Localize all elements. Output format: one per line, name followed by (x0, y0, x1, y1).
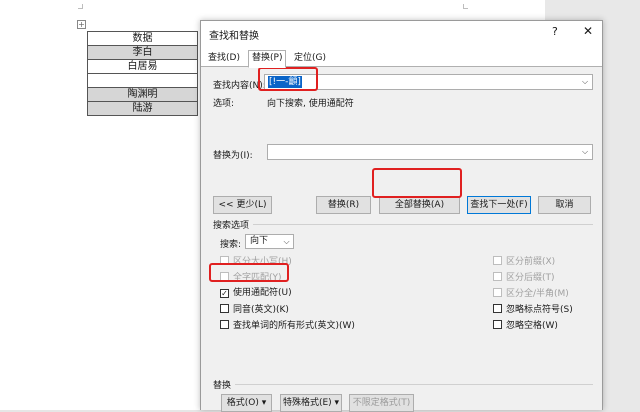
special-format-button[interactable]: 特殊格式(E) ▾ (280, 394, 342, 412)
close-button[interactable]: ✕ (583, 24, 593, 38)
checkmark-icon[interactable]: ✓ (220, 289, 229, 298)
table-cell[interactable]: 陆游 (87, 101, 198, 116)
checkbox-label: 区分前缀(X) (506, 257, 556, 267)
table-cell[interactable] (87, 73, 198, 88)
checkbox-right-3[interactable]: 忽略标点符号(S) (493, 304, 573, 316)
table-cell[interactable]: 李白 (87, 45, 198, 60)
options-value: 向下搜索, 使用通配符 (267, 99, 354, 109)
highlight-box-wildcards (209, 263, 289, 282)
search-options-heading: 搜索选项 (213, 221, 250, 231)
checkbox-right-4[interactable]: 忽略空格(W) (493, 320, 558, 332)
options-label: 选项: (213, 99, 235, 109)
tab-replace[interactable]: 替换(P) (248, 50, 287, 68)
find-next-button[interactable]: 查找下一处(F) (467, 196, 531, 214)
checkbox-icon (493, 256, 502, 265)
replace-button[interactable]: 替换(R) (316, 196, 371, 214)
checkbox-label: 区分全/半角(M) (506, 289, 569, 299)
checkbox-label: 使用通配符(U) (233, 288, 292, 298)
replace-input[interactable]: ⌵ (267, 144, 593, 160)
replace-tab-panel: 查找内容(N): [!一-龥] ⌵ 选项: 向下搜索, 使用通配符 替换为(I)… (201, 67, 602, 412)
cancel-button[interactable]: 取消 (538, 196, 591, 214)
chevron-down-icon[interactable]: ⌵ (578, 145, 592, 159)
replace-heading: 替换 (213, 381, 232, 391)
table-cell[interactable]: 白居易 (87, 59, 198, 74)
chevron-down-icon[interactable]: ⌵ (281, 235, 292, 248)
margin-corner (78, 4, 83, 9)
checkbox-label: 同音(英文)(K) (233, 305, 289, 315)
highlight-box-find-input (258, 67, 318, 91)
divider (235, 384, 593, 385)
table-move-handle-icon[interactable]: + (77, 20, 86, 29)
tab-bar: 查找(D) 替换(P) 定位(G) (201, 50, 602, 68)
divider (253, 224, 593, 225)
replace-label: 替换为(I): (213, 151, 253, 161)
help-button[interactable]: ? (552, 25, 558, 38)
replace-all-button[interactable]: 全部替换(A) (379, 196, 460, 214)
checkbox-label: 查找单词的所有形式(英文)(W) (233, 321, 355, 331)
search-direction-label: 搜索: (220, 240, 242, 250)
checkbox-icon (493, 272, 502, 281)
checkbox-right-0: 区分前缀(X) (493, 256, 555, 268)
margin-corner (463, 4, 468, 9)
checkbox-label: 忽略标点符号(S) (506, 305, 573, 315)
checkbox-right-2: 区分全/半角(M) (493, 288, 569, 300)
checkbox-icon[interactable] (220, 320, 229, 329)
checkbox-left-4[interactable]: 查找单词的所有形式(英文)(W) (220, 320, 355, 332)
highlight-box-replace-all (372, 168, 462, 198)
search-direction-value: 向下 (250, 236, 269, 246)
search-direction-select[interactable]: 向下 ⌵ (245, 234, 294, 249)
document-table: 数据 李白 白居易 陶渊明 陆游 (87, 31, 198, 116)
less-button[interactable]: << 更少(L) (213, 196, 272, 214)
checkbox-icon (493, 288, 502, 297)
checkbox-label: 区分后缀(T) (506, 273, 555, 283)
format-button[interactable]: 格式(O) ▾ (221, 394, 272, 412)
no-format-button[interactable]: 不限定格式(T) (349, 394, 414, 412)
checkbox-label: 忽略空格(W) (506, 321, 558, 331)
checkbox-right-1: 区分后缀(T) (493, 272, 555, 284)
chevron-down-icon[interactable]: ⌵ (578, 75, 592, 89)
tab-find[interactable]: 查找(D) (205, 51, 243, 66)
table-cell[interactable]: 数据 (87, 31, 198, 46)
checkbox-icon[interactable] (493, 320, 502, 329)
checkbox-left-3[interactable]: 同音(英文)(K) (220, 304, 289, 316)
checkbox-left-2[interactable]: ✓ 使用通配符(U) (220, 288, 292, 300)
checkbox-icon[interactable] (493, 304, 502, 313)
dialog-title: 查找和替换 (209, 31, 259, 42)
tab-goto[interactable]: 定位(G) (291, 51, 329, 66)
table-cell[interactable]: 陶渊明 (87, 87, 198, 102)
checkbox-icon[interactable] (220, 304, 229, 313)
